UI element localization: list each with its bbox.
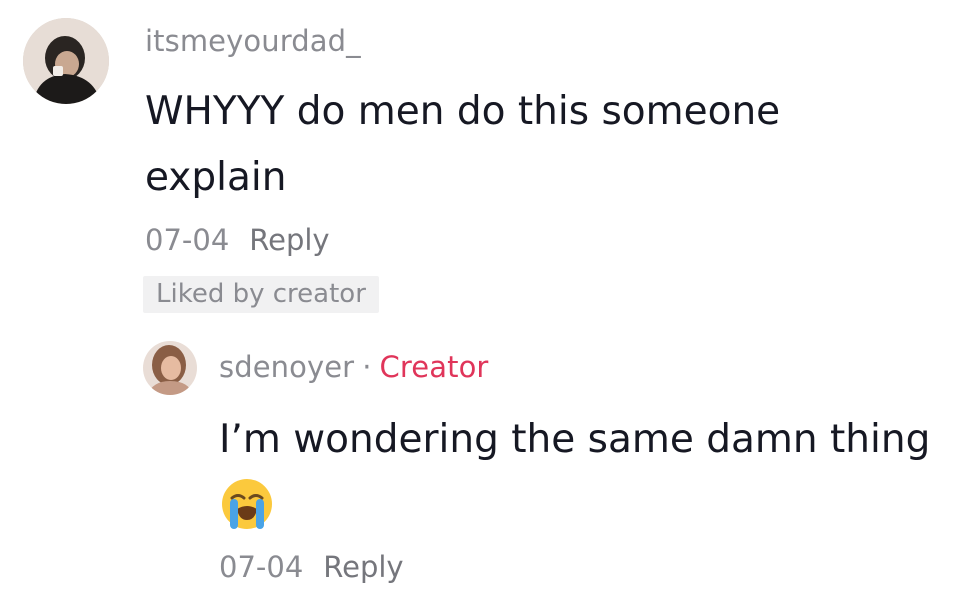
comment-thread: itsmeyourdad_ WHYYY do men do this someo… [0,0,980,612]
comment-username[interactable]: itsmeyourdad_ [145,24,361,58]
reply-text: I’m wondering the same damn thing [219,417,931,462]
creator-badge: Creator [379,350,489,384]
reply-button[interactable]: Reply [249,223,329,257]
reply-date: 07-04 [219,550,304,584]
comment-meta: 07-04 Reply [145,223,330,257]
avatar[interactable] [23,18,109,104]
loudly-crying-face-icon [222,479,272,529]
comment-text-line-2: explain [145,155,287,200]
liked-by-creator-badge: Liked by creator [143,276,379,313]
avatar[interactable] [143,341,197,395]
reply-username[interactable]: sdenoyer [219,350,354,384]
user-photo-icon [143,341,197,395]
user-photo-icon [23,18,109,104]
reply-button[interactable]: Reply [323,550,403,584]
comment-text-line-1: WHYYY do men do this someone [145,89,781,134]
separator: · [362,350,372,384]
reply-meta: 07-04 Reply [219,550,404,584]
comment-date: 07-04 [145,223,230,257]
reply-header: sdenoyer · Creator [219,350,488,384]
